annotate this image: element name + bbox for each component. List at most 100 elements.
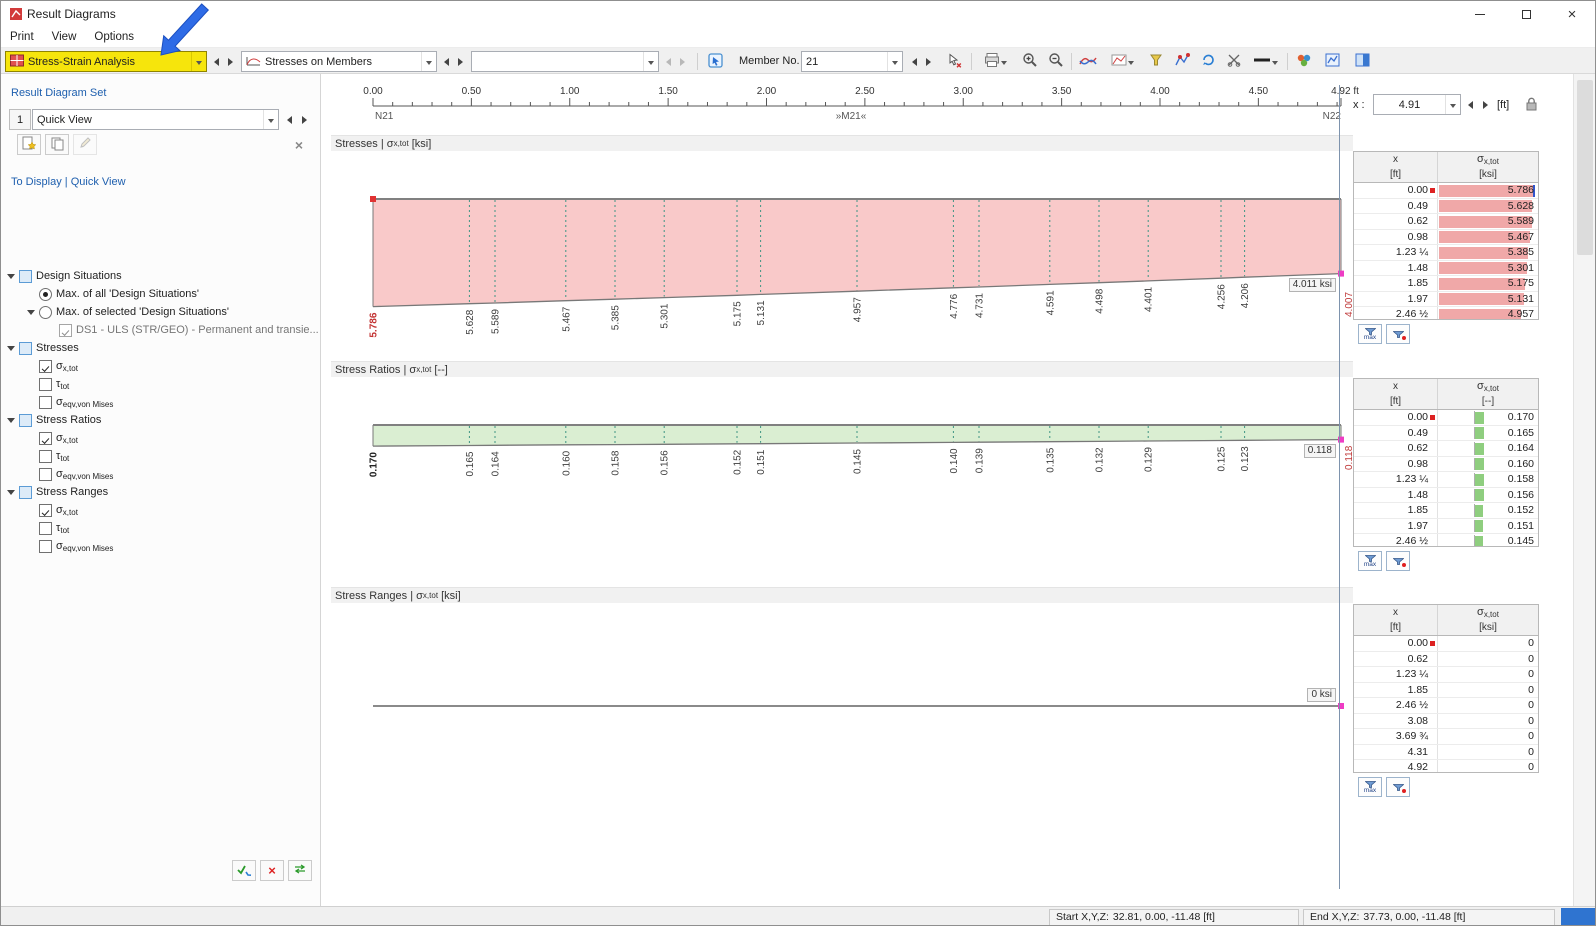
menu-print[interactable]: Print xyxy=(1,27,43,47)
checkbox[interactable] xyxy=(39,377,52,391)
table-row[interactable]: 1.85 0 xyxy=(1354,682,1538,698)
category-next-button[interactable] xyxy=(453,51,467,72)
delete-set-button[interactable]: × xyxy=(287,134,311,155)
result-category-combo[interactable]: Stresses on Members xyxy=(241,51,437,72)
table-row[interactable]: 4.92 0 xyxy=(1354,760,1538,772)
checkbox[interactable] xyxy=(19,485,32,499)
scrollbar-thumb[interactable] xyxy=(1577,80,1593,255)
diagram-display-mode-button[interactable] xyxy=(1105,50,1139,73)
zoom-out-button[interactable] xyxy=(1043,50,1069,73)
x-next-button[interactable] xyxy=(1478,94,1492,115)
tree-item[interactable]: σeqv,von Mises xyxy=(1,393,319,411)
table-row[interactable]: 0.62 5.589 xyxy=(1354,214,1538,230)
deselect-member-button[interactable] xyxy=(941,50,967,73)
table-row[interactable]: 0.49 5.628 xyxy=(1354,198,1538,214)
expand-icon[interactable] xyxy=(7,417,15,427)
table-row[interactable]: 1.23 ¼ 0 xyxy=(1354,667,1538,683)
checkbox[interactable] xyxy=(19,269,32,283)
expand-icon[interactable] xyxy=(7,273,15,283)
checkbox[interactable] xyxy=(39,449,52,463)
table1-filter-max-button[interactable]: max xyxy=(1358,324,1382,344)
subtype-next-button[interactable] xyxy=(675,51,689,72)
chevron-down-icon[interactable] xyxy=(1000,60,1007,68)
table3-filter-max-button[interactable]: max xyxy=(1358,777,1382,797)
stresses-diagram[interactable]: 5.786 5.628 5.589 5.467 5.385 5.301 5.175 5.131… xyxy=(331,151,1363,351)
table-row[interactable]: 3.08 0 xyxy=(1354,713,1538,729)
tree-item[interactable]: DS1 - ULS (STR/GEO) - Permanent and tran… xyxy=(1,321,319,339)
category-prev-button[interactable] xyxy=(439,51,453,72)
expand-icon[interactable] xyxy=(7,489,15,499)
tree-item[interactable]: σeqv,von Mises xyxy=(1,465,319,483)
table-row[interactable]: 2.46 ½ 0.145 xyxy=(1354,534,1538,546)
table-row[interactable]: 1.85 0.152 xyxy=(1354,503,1538,519)
table3-filter-values-button[interactable] xyxy=(1386,777,1410,797)
copy-set-button[interactable] xyxy=(45,134,69,155)
checkbox[interactable] xyxy=(39,431,52,445)
result-table-2[interactable]: x σx,tot [ft] [--] 0.00 0.170 0.49 0.165 0.62 0.1… xyxy=(1353,378,1539,547)
display-properties-button[interactable] xyxy=(1291,50,1317,73)
table-row[interactable]: 3.69 ¾ 0 xyxy=(1354,729,1538,745)
new-set-button[interactable] xyxy=(17,134,41,155)
result-table-3[interactable]: x σx,tot [ft] [ksi] 0.00 0 0.62 0 1.23 ¼ 0 1.85 0 2.… xyxy=(1353,604,1539,773)
edit-set-button[interactable] xyxy=(73,134,97,155)
checkbox[interactable] xyxy=(39,539,52,553)
radio-button[interactable] xyxy=(39,305,52,319)
tree-item[interactable]: σx,tot xyxy=(1,501,319,519)
table-row[interactable]: 0.98 0.160 xyxy=(1354,456,1538,472)
table-row[interactable]: 1.23 ¼ 0.158 xyxy=(1354,472,1538,488)
checkbox[interactable] xyxy=(39,521,52,535)
stress-ranges-diagram[interactable] xyxy=(331,605,1363,725)
clipping-button[interactable] xyxy=(1221,50,1247,73)
line-thickness-button[interactable] xyxy=(1247,50,1283,73)
table-row[interactable]: 2.46 ½ 0 xyxy=(1354,698,1538,714)
chevron-down-icon[interactable] xyxy=(263,110,278,129)
table1-filter-values-button[interactable] xyxy=(1386,324,1410,344)
expand-icon[interactable] xyxy=(27,309,35,319)
member-no-combo[interactable]: 21 xyxy=(801,51,903,72)
table2-filter-max-button[interactable]: max xyxy=(1358,551,1382,571)
set-prev-button[interactable] xyxy=(282,109,296,130)
reset-defaults-button[interactable] xyxy=(288,860,312,881)
chevron-down-icon[interactable] xyxy=(421,52,436,71)
table-row[interactable]: 0.62 0 xyxy=(1354,651,1538,667)
tree-item[interactable]: σx,tot xyxy=(1,429,319,447)
set-next-button[interactable] xyxy=(297,109,311,130)
table-row[interactable]: 0.00 0 xyxy=(1354,636,1538,652)
stress-ratios-diagram[interactable]: 0.170 0.165 0.164 0.160 0.158 0.156 0.152 0.151… xyxy=(331,379,1363,579)
result-filter-button[interactable] xyxy=(1143,50,1169,73)
lock-x-button[interactable] xyxy=(1523,96,1539,115)
table-row[interactable]: 0.49 0.165 xyxy=(1354,425,1538,441)
dock-panel-button[interactable] xyxy=(1349,50,1375,73)
member-next-button[interactable] xyxy=(921,51,935,72)
checkbox[interactable] xyxy=(39,359,52,373)
result-set-combo[interactable]: Quick View xyxy=(32,109,279,130)
check-all-button[interactable] xyxy=(232,860,256,881)
chevron-down-icon[interactable] xyxy=(1127,60,1134,68)
zoom-in-button[interactable] xyxy=(1017,50,1043,73)
table-row[interactable]: 2.46 ½ 4.957 xyxy=(1354,307,1538,319)
menu-view[interactable]: View xyxy=(43,27,86,47)
tree-item[interactable]: Design Situations xyxy=(1,267,319,285)
extreme-values-button[interactable] xyxy=(1169,50,1195,73)
table-row[interactable]: 1.23 ¼ 5.385 xyxy=(1354,245,1538,261)
chevron-down-icon[interactable] xyxy=(643,52,658,71)
subtype-prev-button[interactable] xyxy=(661,51,675,72)
table-row[interactable]: 0.00 0.170 xyxy=(1354,410,1538,426)
pick-member-button[interactable] xyxy=(703,50,729,73)
checkbox[interactable] xyxy=(19,341,32,355)
menu-options[interactable]: Options xyxy=(85,27,143,47)
tree-item[interactable]: τtot xyxy=(1,375,319,393)
x-position-combo[interactable]: 4.91 xyxy=(1373,94,1461,115)
recalculate-button[interactable] xyxy=(1195,50,1221,73)
checkbox[interactable] xyxy=(19,413,32,427)
tree-item[interactable]: σeqv,von Mises xyxy=(1,537,319,555)
vertical-scrollbar[interactable] xyxy=(1573,74,1595,906)
radio-button[interactable] xyxy=(39,287,52,301)
tree-item[interactable]: τtot xyxy=(1,447,319,465)
tree-item[interactable]: Stresses xyxy=(1,339,319,357)
tree-item[interactable]: Stress Ranges xyxy=(1,483,319,501)
table-row[interactable]: 0.62 0.164 xyxy=(1354,441,1538,457)
tree-item[interactable]: τtot xyxy=(1,519,319,537)
table-row[interactable]: 0.98 5.467 xyxy=(1354,229,1538,245)
table-row[interactable]: 1.97 5.131 xyxy=(1354,291,1538,307)
